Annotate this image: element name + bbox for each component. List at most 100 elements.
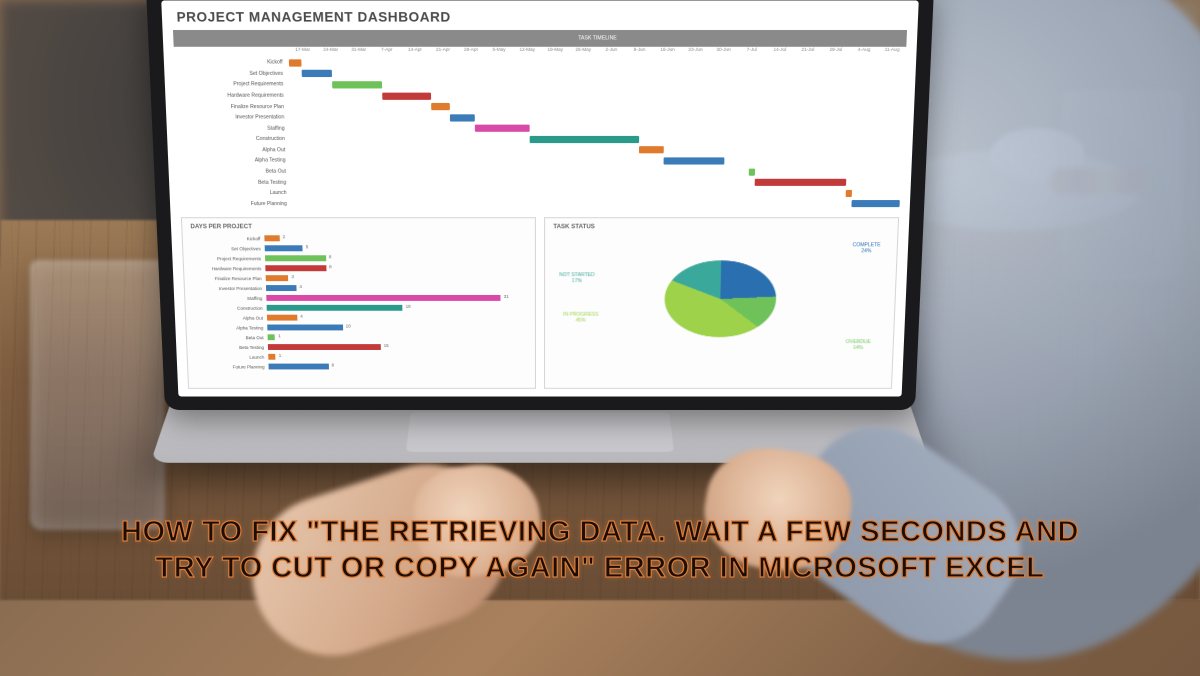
gantt-date: 28-Apr [457,47,485,57]
gantt-date: 30-Jun [709,47,737,57]
bar-fill [267,325,342,331]
gantt-task-label: Project Requirements [175,82,290,88]
gantt-row: Staffing [177,123,903,134]
gantt-row: Beta Out [179,166,902,177]
gantt-date: 12-May [513,47,541,57]
gantt-task-label: Staffing [177,125,291,131]
gantt-bar [845,190,851,197]
gantt-bar [301,70,332,77]
dashboard-title: PROJECT MANAGEMENT DASHBOARD [176,9,451,25]
gantt-task-label: Beta Testing [179,179,292,185]
bar-chart: Kickoff 2 Set Objectives5 Project Requireme… [187,234,531,370]
gantt-date: 5-May [485,47,513,57]
bar-label: Launch [196,354,269,359]
bar-row: Project Requirements8 [192,254,531,262]
bar-fill [266,295,500,301]
bar-value: 1 [278,333,281,338]
gantt-bar [530,136,640,143]
gantt-date: 16-Jun [653,47,681,57]
gantt-row: Project Requirements [175,79,905,90]
gantt-task-label: Investor Presentation [177,114,291,120]
bar-label: Staffing [193,295,266,300]
gantt-task-label: Set Objectives [175,71,290,77]
gantt-date: 14-Apr [401,47,429,57]
gantt-bar [333,81,382,88]
bar-row: Staffing 31 [193,294,531,302]
bar-row: Finalize Resource Plan3 [192,274,530,282]
gantt-body: Kickoff Set Objectives Project Requirement… [174,57,906,209]
bar-value: 18 [406,304,411,309]
bar-label: Project Requirements [192,256,265,261]
pie-slice-label: IN PROGRESS45% [563,312,598,324]
gantt-bar [749,168,755,175]
gantt-header: TASK TIMELINE [173,30,907,47]
pie-chart-wrap: COMPLETE24%OVERDUE14%IN PROGRESS45%NOT S… [549,234,893,362]
gantt-row: Alpha Testing [178,156,901,167]
bar-fill [267,315,297,321]
photo-scene: PROJECT MANAGEMENT DASHBOARD TASK TIMELI… [0,0,1200,600]
gantt-row: Alpha Out [178,145,902,156]
bar-value: 4 [300,314,303,319]
bar-fill [268,364,328,370]
bar-fill [268,334,276,340]
gantt-chart: TASK TIMELINE 17-Mar24-Mar31-Mar7-Apr14-… [173,30,907,210]
bar-label: Future Planning [196,364,269,369]
bar-label: Beta Out [195,335,268,340]
bar-label: Alpha Testing [195,325,268,330]
bar-row: Kickoff 2 [191,234,531,242]
gantt-row: Set Objectives [175,68,906,79]
gantt-bar [431,103,449,110]
bar-value: 2 [283,234,286,239]
pie-chart [664,260,777,337]
pie-slice-label: OVERDUE14% [845,339,870,351]
gantt-bar [755,179,846,186]
laptop-lid: PROJECT MANAGEMENT DASHBOARD TASK TIMELI… [146,0,934,410]
gantt-row: Finalize Resource Plan [176,101,904,112]
caption-line-2: TRY TO CUT OR COPY AGAIN" ERROR IN MICRO… [40,550,1160,586]
gantt-date-axis: 17-Mar24-Mar31-Mar7-Apr14-Apr21-Apr28-Ap… [174,47,907,57]
bar-value: 31 [504,294,509,299]
bar-chart-panel: DAYS PER PROJECT Kickoff2Set Objectives5… [181,217,536,389]
bar-row: Set Objectives5 [191,244,531,252]
bar-value: 8 [329,264,332,269]
gantt-date: 21-Apr [429,47,457,57]
gantt-bar [382,92,431,99]
gantt-bar [450,114,475,121]
gantt-task-label: Alpha Out [178,147,292,153]
bar-value: 15 [384,343,389,348]
gantt-bar [664,157,725,164]
bar-value: 8 [331,363,334,368]
bar-value: 1 [279,353,282,358]
gantt-date: 26-May [569,47,597,57]
bar-row: Construction 18 [194,304,531,312]
bar-fill [265,255,326,261]
bar-row: Future Planning 8 [196,363,531,371]
bar-label: Construction [194,305,267,310]
gantt-row: Beta Testing [179,177,901,188]
gantt-date: 14-Jul [766,47,794,57]
bar-value: 10 [346,324,351,329]
bottom-panels: DAYS PER PROJECT Kickoff2Set Objectives5… [181,217,899,389]
gantt-task-label: Construction [177,136,291,142]
gantt-date: 17-Mar [288,47,316,57]
gantt-date: 9-Jun [625,47,653,57]
gantt-row: Hardware Requirements [176,90,905,101]
bar-label: Investor Presentation [193,286,266,291]
bar-fill [268,344,381,350]
gantt-date: 23-Jun [681,47,709,57]
gantt-task-label: Kickoff [174,60,289,66]
article-title-overlay: HOW TO FIX "THE RETRIEVING DATA. WAIT A … [0,514,1200,587]
trackpad [406,412,674,451]
gantt-task-label: Future Planning [180,201,293,207]
bar-row: Investor Presentation4 [193,284,531,292]
bar-label: Kickoff [191,236,265,241]
gantt-bar [639,147,664,154]
caption-line-1: HOW TO FIX "THE RETRIEVING DATA. WAIT A … [40,514,1160,550]
bar-row: Hardware Requirements8 [192,264,531,272]
gantt-row: Investor Presentation [176,112,903,123]
pie-panel-title: TASK STATUS [553,224,893,230]
bar-fill [264,235,279,241]
gantt-date: 19-May [541,47,569,57]
gantt-bar [474,125,529,132]
gantt-bar [851,200,900,207]
